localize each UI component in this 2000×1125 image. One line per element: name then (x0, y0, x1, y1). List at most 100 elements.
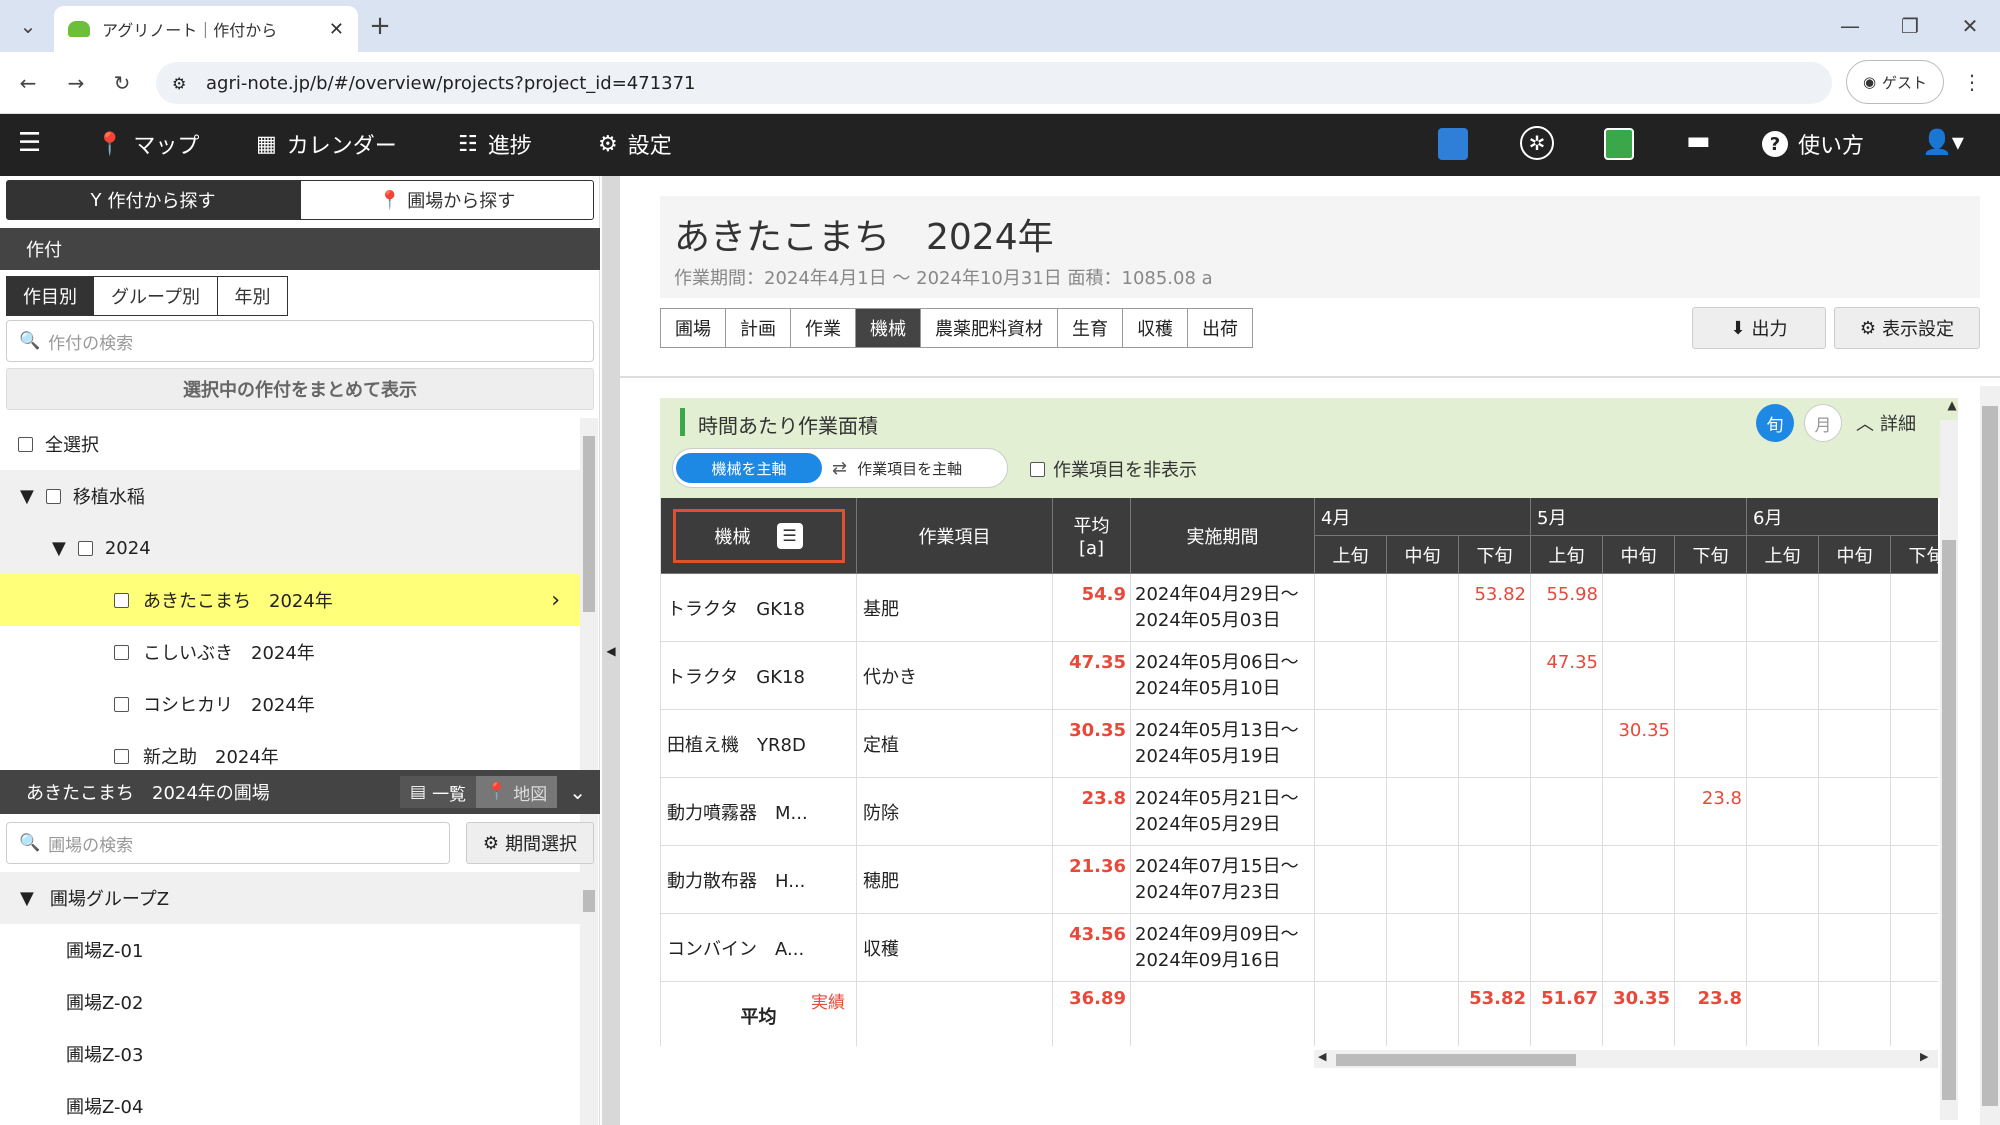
new-tab-icon[interactable]: + (360, 6, 400, 46)
select-all-row[interactable]: 全選択 (0, 418, 580, 470)
scroll-left-icon[interactable]: ◀ (1318, 1050, 1326, 1063)
toggle-month-button[interactable]: 月 (1804, 404, 1842, 442)
h-scroll-thumb[interactable] (1336, 1054, 1576, 1066)
browser-menu-icon[interactable]: ⋮ (1952, 62, 1992, 102)
browser-tab[interactable]: アグリノート｜作付から ✕ (54, 6, 358, 52)
filter-by-crop-type[interactable]: 作目別 (6, 276, 94, 316)
period-cell: 2024年07月15日～ 2024年07月23日 (1131, 846, 1315, 914)
nav-calendar[interactable]: ▦ カレンダー (256, 128, 397, 160)
display-settings-button[interactable]: ⚙ 表示設定 (1834, 307, 1980, 349)
crop-checkbox[interactable] (114, 592, 129, 608)
url-field[interactable]: ⚙ agri-note.jp/b/#/overview/projects?pro… (156, 62, 1832, 104)
table-v-scrollbar[interactable] (1940, 420, 1958, 1120)
page-scrollbar[interactable] (1980, 386, 2000, 1125)
mgr-app-icon[interactable] (1438, 128, 1468, 160)
scroll-right-icon[interactable]: ▶ (1920, 1050, 1928, 1063)
crop-search-input[interactable]: 🔍 作付の検索 (6, 320, 594, 362)
hide-work-checkbox[interactable] (1030, 461, 1045, 477)
crop-item-selected[interactable]: あきたこまち 2024年 › (0, 574, 580, 626)
detail-toggle[interactable]: ︿ 詳細 (1856, 410, 1916, 436)
tab-plan[interactable]: 計画 (725, 308, 790, 348)
machine-cell[interactable]: 動力噴霧器 M... (661, 778, 857, 846)
reload-icon[interactable]: ↻ (102, 63, 142, 103)
field-item[interactable]: 圃場Z-04 (0, 1080, 580, 1125)
group-checkbox[interactable] (45, 488, 61, 504)
select-all-checkbox[interactable] (18, 436, 33, 452)
field-item[interactable]: 圃場Z-01 (0, 924, 580, 976)
machine-cell[interactable]: 動力散布器 H... (661, 846, 857, 914)
nav-calendar-label: カレンダー (286, 134, 397, 159)
field-item[interactable]: 圃場Z-03 (0, 1028, 580, 1080)
crop-checkbox[interactable] (114, 644, 129, 660)
tab-list-button[interactable]: ⌄ (8, 6, 48, 46)
crop-checkbox[interactable] (114, 748, 129, 764)
machine-cell[interactable]: 田植え機 YR8D (661, 710, 857, 778)
crop-checkbox[interactable] (114, 696, 129, 712)
tab-machine[interactable]: 機械 (855, 308, 920, 348)
nav-progress[interactable]: ☷ 進捗 (458, 128, 532, 160)
filter-by-group[interactable]: グループ別 (94, 276, 218, 316)
panel-splitter[interactable]: ◀ (602, 176, 620, 1125)
rice-app-icon[interactable]: ✲ (1520, 126, 1554, 160)
search-by-crop-button[interactable]: Y 作付から探す (6, 180, 300, 220)
chevron-down-icon[interactable]: ⌄ (569, 780, 586, 804)
hide-work-option[interactable]: 作業項目を非表示 (1030, 456, 1197, 482)
caret-down-icon[interactable]: ▼ (52, 538, 66, 559)
tab-growth[interactable]: 生育 (1057, 308, 1122, 348)
search-by-field-button[interactable]: 📍 圃場から探す (300, 180, 594, 220)
nav-settings[interactable]: ⚙ 設定 (598, 128, 672, 160)
tree-year-row[interactable]: ▼ 2024 (0, 522, 580, 574)
machine-cell[interactable]: トラクタ GK18 (661, 574, 857, 642)
crop-tree-scrollbar[interactable] (580, 418, 598, 944)
filter-icon[interactable]: ☰ (776, 522, 803, 549)
machine-cell[interactable]: コンバイン A... (661, 914, 857, 982)
machine-cell[interactable]: トラクタ GK18 (661, 642, 857, 710)
user-menu-icon[interactable]: 👤▾ (1922, 128, 1964, 156)
back-icon[interactable]: ← (8, 63, 48, 103)
profile-button[interactable]: ◉ ゲスト (1846, 60, 1944, 104)
table-h-scrollbar-track[interactable]: ◀ ▶ (1314, 1050, 1938, 1068)
crop-label: 新之助 2024年 (143, 747, 279, 768)
field-tree-scrollbar[interactable] (580, 872, 598, 1125)
axis-work-button[interactable]: 作業項目を主軸 (857, 458, 962, 479)
minimize-icon[interactable]: — (1830, 6, 1870, 46)
year-checkbox[interactable] (77, 540, 93, 556)
nav-help[interactable]: ? 使い方 (1762, 128, 1864, 160)
period-cell: 2024年05月13日～ 2024年05月19日 (1131, 710, 1315, 778)
period-value-cell (1819, 642, 1891, 710)
field-group-row[interactable]: ▼ 圃場グループZ (0, 872, 580, 924)
nav-map[interactable]: 📍 マップ (96, 128, 199, 160)
divider (620, 376, 2000, 378)
tab-shipment[interactable]: 出荷 (1187, 308, 1252, 348)
close-tab-icon[interactable]: ✕ (329, 19, 344, 40)
period-select-button[interactable]: ⚙ 期間選択 (466, 822, 594, 864)
caret-down-icon[interactable]: ▼ (20, 486, 34, 507)
collapse-left-icon[interactable]: ◀ (606, 644, 615, 658)
field-item[interactable]: 圃場Z-02 (0, 976, 580, 1028)
toggle-jun-button[interactable]: 旬 (1756, 404, 1794, 442)
axis-machine-button[interactable]: 機械を主軸 (676, 453, 822, 483)
view-list-button[interactable]: ▤ 一覧 (400, 776, 477, 808)
site-info-icon[interactable]: ⚙ (172, 74, 186, 93)
sheet-app-icon[interactable] (1604, 128, 1634, 160)
tab-materials[interactable]: 農薬肥料資材 (920, 308, 1057, 348)
crop-item[interactable]: コシヒカリ 2024年 (0, 678, 580, 730)
footer-value-cell (1387, 982, 1459, 1046)
chat-icon[interactable]: ▬ (1686, 126, 1711, 156)
view-map-button[interactable]: 📍 地図 (476, 776, 558, 808)
forward-icon[interactable]: → (56, 63, 96, 103)
window-close-icon[interactable]: ✕ (1950, 6, 1990, 46)
bulk-display-button[interactable]: 選択中の作付をまとめて表示 (6, 368, 594, 410)
field-search-input[interactable]: 🔍 圃場の検索 (6, 822, 450, 864)
menu-toggle-icon[interactable]: ☰ (18, 128, 41, 158)
tab-work[interactable]: 作業 (790, 308, 855, 348)
tab-field[interactable]: 圃場 (660, 308, 725, 348)
crop-item[interactable]: こしいぶき 2024年 (0, 626, 580, 678)
tab-harvest[interactable]: 収穫 (1122, 308, 1187, 348)
restore-icon[interactable]: ❐ (1890, 6, 1930, 46)
caret-down-icon[interactable]: ▼ (20, 888, 34, 909)
export-button[interactable]: ⬇ 出力 (1692, 307, 1826, 349)
project-summary: 作業期間：2024年4月1日 ～ 2024年10月31日 面積：1085.08 … (674, 268, 1213, 289)
filter-by-year[interactable]: 年別 (218, 276, 288, 316)
tree-group-row[interactable]: ▼ 移植水稲 (0, 470, 580, 522)
